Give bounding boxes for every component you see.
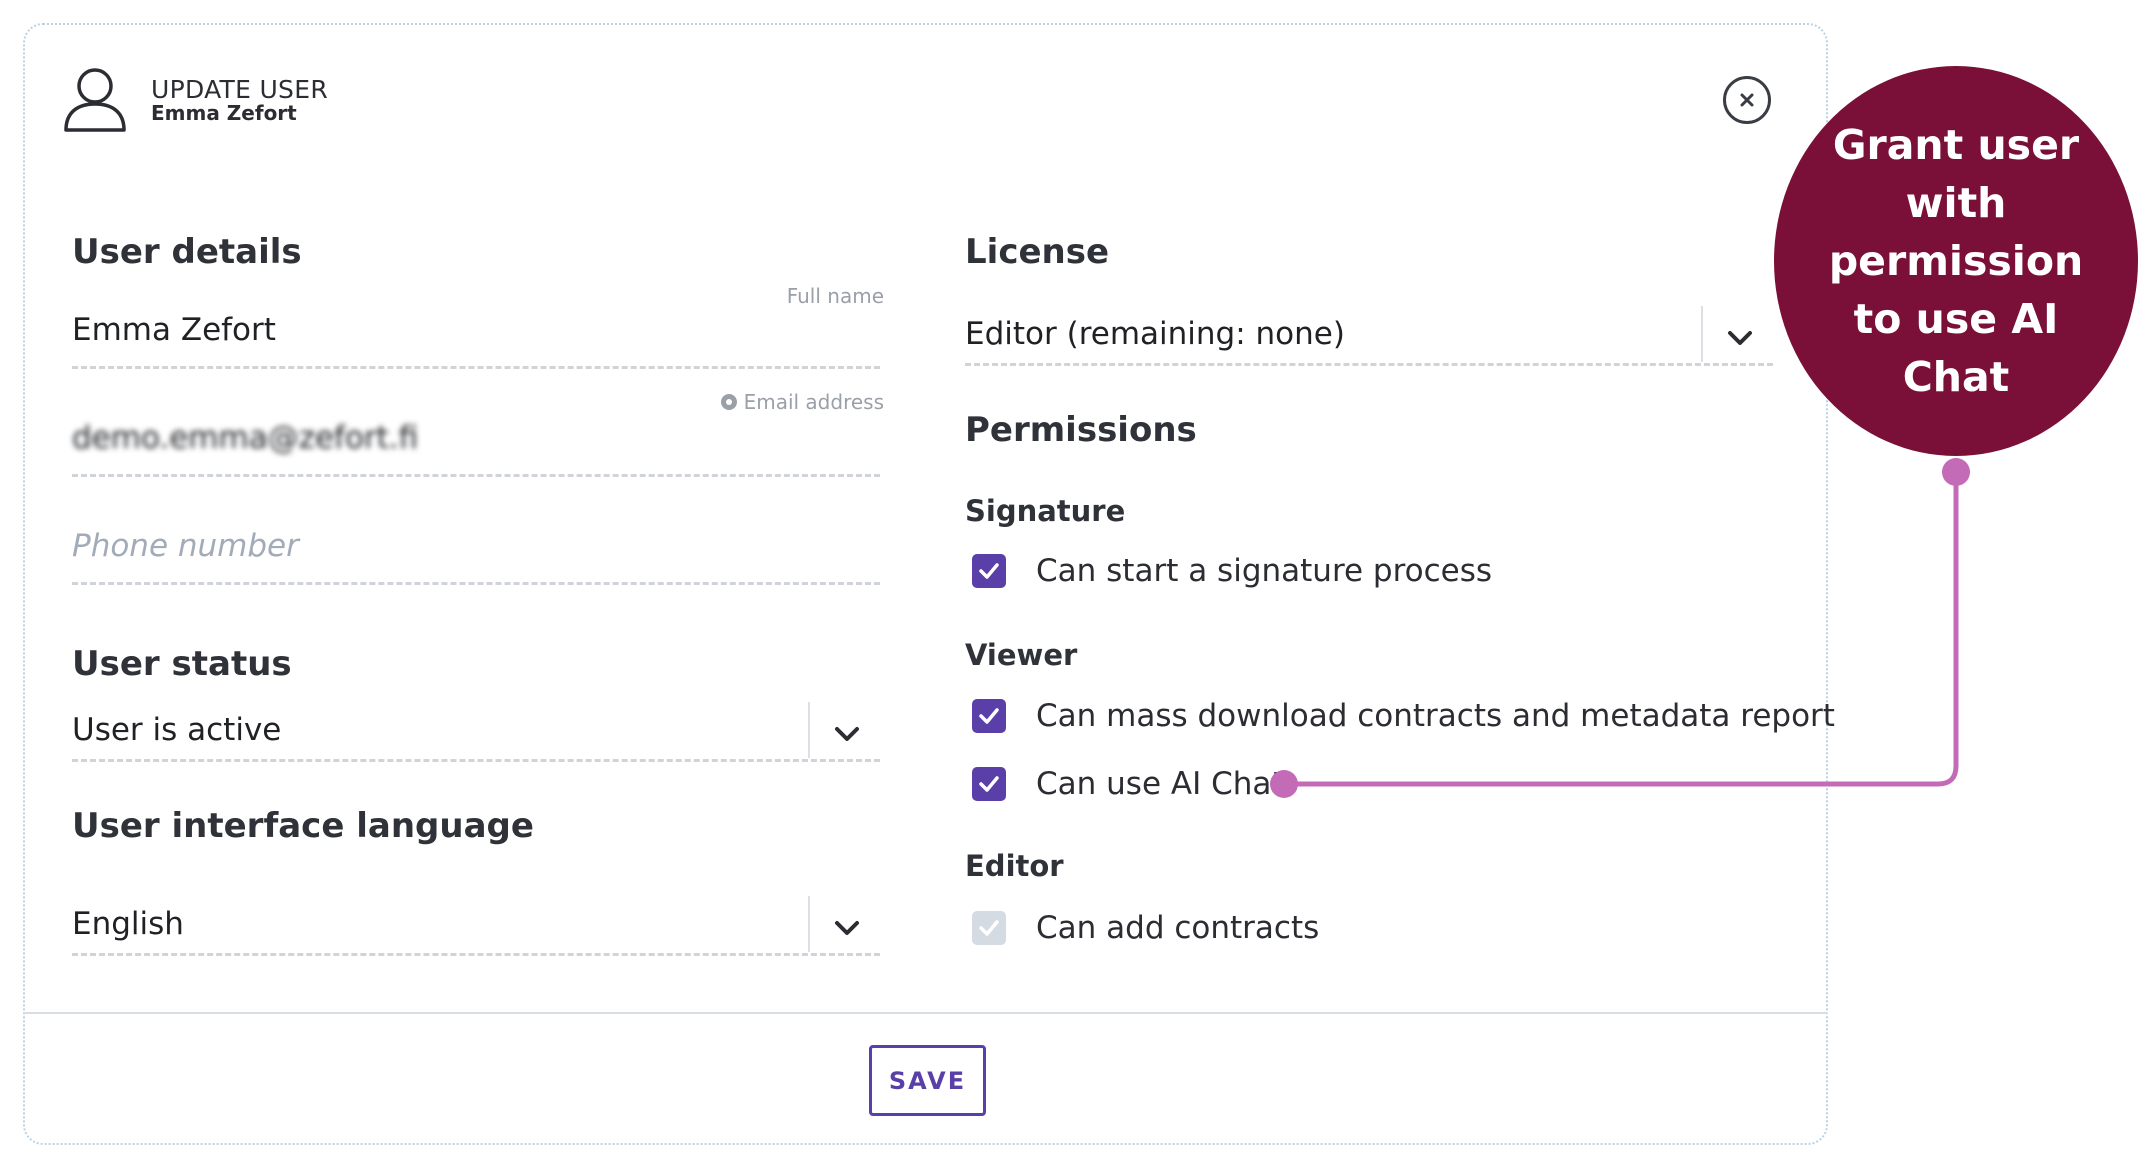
save-button[interactable]: SAVE xyxy=(869,1045,986,1116)
phone-number-placeholder: Phone number xyxy=(72,528,299,564)
user-status-select[interactable]: User is active xyxy=(72,702,880,762)
editor-group-heading: Editor xyxy=(965,849,1064,883)
permissions-heading: Permissions xyxy=(965,410,1197,450)
chevron-down-icon xyxy=(835,727,859,741)
dialog-subtitle-user-name: Emma Zefort xyxy=(151,101,297,125)
check-icon xyxy=(979,563,999,579)
email-field[interactable]: demo.emma@zefort.fi xyxy=(72,420,880,477)
select-divider xyxy=(808,702,810,758)
email-hint-label: Email address xyxy=(743,390,884,414)
select-divider xyxy=(1701,306,1703,362)
check-icon xyxy=(979,920,999,936)
user-details-heading: User details xyxy=(72,232,302,272)
license-select[interactable]: Editor (remaining: none) xyxy=(965,306,1773,366)
close-icon xyxy=(1740,93,1754,107)
permission-can-use-ai-chat[interactable]: Can use AI Chat xyxy=(972,766,1284,802)
permission-label: Can use AI Chat xyxy=(1036,766,1284,802)
checkbox-checked[interactable] xyxy=(972,554,1006,588)
language-value: English xyxy=(72,906,184,942)
full-name-hint: Full name xyxy=(786,284,884,308)
signature-group-heading: Signature xyxy=(965,494,1126,528)
dialog-title: UPDATE USER xyxy=(151,75,328,104)
permission-can-start-signature[interactable]: Can start a signature process xyxy=(972,553,1492,589)
callout-text: Grant user with permission to use AI Cha… xyxy=(1828,121,2084,401)
license-value: Editor (remaining: none) xyxy=(965,316,1345,352)
close-button[interactable] xyxy=(1723,76,1771,124)
language-select[interactable]: English xyxy=(72,896,880,956)
full-name-value: Emma Zefort xyxy=(72,312,276,348)
license-heading: License xyxy=(965,232,1110,272)
language-heading: User interface language xyxy=(72,806,534,846)
checkbox-checked[interactable] xyxy=(972,699,1006,733)
viewer-group-heading: Viewer xyxy=(965,638,1078,672)
verified-gear-icon xyxy=(720,394,737,410)
check-icon xyxy=(979,708,999,724)
permission-label: Can start a signature process xyxy=(1036,553,1493,589)
callout-bubble: Grant user with permission to use AI Cha… xyxy=(1774,66,2138,456)
permission-can-add-contracts: Can add contracts xyxy=(972,910,1319,946)
email-hint: Email address xyxy=(640,390,884,414)
full-name-field[interactable]: Emma Zefort xyxy=(72,312,880,369)
check-icon xyxy=(979,776,999,792)
permission-can-mass-download[interactable]: Can mass download contracts and metadata… xyxy=(972,698,1835,734)
user-icon xyxy=(64,68,126,132)
checkbox-checked[interactable] xyxy=(972,767,1006,801)
select-divider xyxy=(808,896,810,952)
user-status-value: User is active xyxy=(72,712,282,748)
phone-number-field[interactable]: Phone number xyxy=(72,528,880,585)
checkbox-checked-disabled xyxy=(972,911,1006,945)
permission-label: Can mass download contracts and metadata… xyxy=(1036,698,1835,734)
permission-label: Can add contracts xyxy=(1036,910,1320,946)
email-value: demo.emma@zefort.fi xyxy=(72,420,419,456)
footer-divider xyxy=(23,1012,1828,1014)
chevron-down-icon xyxy=(1728,331,1752,345)
user-status-heading: User status xyxy=(72,644,292,684)
chevron-down-icon xyxy=(835,921,859,935)
